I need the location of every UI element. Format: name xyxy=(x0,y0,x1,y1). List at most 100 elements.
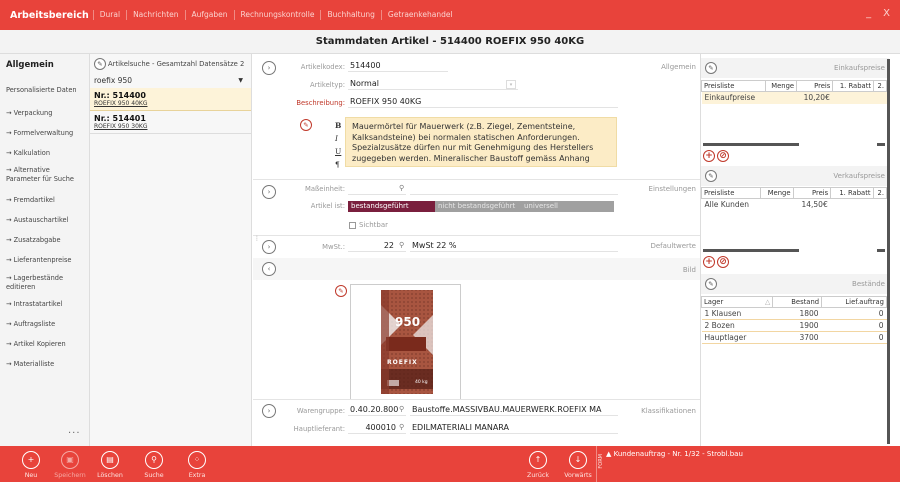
add-icon[interactable]: + xyxy=(703,256,715,268)
search-icon[interactable]: ⚲ xyxy=(399,241,404,249)
save-button[interactable]: ▣ Speichern xyxy=(52,451,88,479)
table-row[interactable]: Alle Kunden 14,50€ xyxy=(702,199,887,211)
edit-text-icon[interactable]: ✎ xyxy=(300,119,312,131)
column-header[interactable]: Menge xyxy=(764,80,798,92)
nav-item-fremdartikel[interactable]: → Fremdartikel xyxy=(0,196,61,205)
column-header[interactable]: Menge xyxy=(760,187,794,199)
column-header[interactable]: Preis xyxy=(792,187,832,199)
forward-button[interactable]: ↓ Vorwärts xyxy=(560,451,596,479)
column-header[interactable]: Preisliste xyxy=(701,187,761,199)
list-item-description[interactable]: ROEFIX 950 30KG xyxy=(94,123,247,130)
tab-rechnungskontrolle[interactable]: Rechnungskontrolle xyxy=(233,10,321,20)
product-group-code-input[interactable]: 0.40.20.800 xyxy=(348,403,406,416)
option-universell[interactable]: universell xyxy=(521,201,614,212)
panel-scrollbar[interactable] xyxy=(887,59,890,444)
collapse-bild-icon[interactable]: ‹ xyxy=(262,262,276,276)
back-button[interactable]: ↑ Zurück xyxy=(520,451,556,479)
column-header[interactable]: 1. Rabatt xyxy=(832,80,875,92)
add-icon[interactable]: + xyxy=(703,150,715,162)
extra-icon: ⁘ xyxy=(188,451,206,469)
table-row[interactable]: 2 Bozen 1900 0 xyxy=(701,319,887,332)
new-button[interactable]: + Neu xyxy=(13,451,49,479)
main-supplier-code-input[interactable]: 400010 xyxy=(348,421,406,434)
tab-aufgaben[interactable]: Aufgaben xyxy=(184,10,234,20)
search-icon[interactable]: ⚲ xyxy=(399,423,404,431)
article-code-input[interactable]: 514400 xyxy=(348,59,448,72)
nav-item-zusatzabgabe[interactable]: → Zusatzabgabe xyxy=(0,236,67,245)
nav-item-intrastatartikel[interactable]: → Intrastatartikel xyxy=(0,300,68,309)
checkbox-box[interactable] xyxy=(349,221,356,229)
tab-nachrichten[interactable]: Nachrichten xyxy=(126,10,184,20)
nav-item-lagerbestaende[interactable]: → Lagerbestände editieren xyxy=(0,274,90,292)
delete-button[interactable]: ▤ Löschen xyxy=(92,451,128,479)
nav-item-artikel-kopieren[interactable]: → Artikel Kopieren xyxy=(0,340,72,349)
bold-button[interactable]: B xyxy=(335,121,341,130)
underline-button[interactable]: U xyxy=(335,147,341,156)
edit-image-icon[interactable]: ✎ xyxy=(335,285,347,297)
edit-sales-prices-icon[interactable]: ✎ xyxy=(705,170,717,182)
edit-icon[interactable]: ✎ xyxy=(94,58,106,70)
table-scrollbar-end[interactable] xyxy=(877,249,885,252)
option-nicht-bestandsgefuehrt[interactable]: nicht bestandsgeführt xyxy=(435,201,521,212)
workspace-title[interactable]: Arbeitsbereich xyxy=(10,10,89,21)
search-filter-select[interactable]: roefix 950 ▼ xyxy=(94,74,247,86)
table-scrollbar[interactable] xyxy=(703,143,799,146)
vat-code-input[interactable]: 22 xyxy=(348,239,406,252)
column-header[interactable]: 1. Rabatt xyxy=(830,187,874,199)
nav-item-kalkulation[interactable]: → Kalkulation xyxy=(0,149,56,158)
tab-buchhaltung[interactable]: Buchhaltung xyxy=(320,10,380,20)
search-button[interactable]: ⚲ Suche xyxy=(136,451,172,479)
edit-row-icon[interactable]: ⊘ xyxy=(717,256,729,268)
option-bestandsgefuehrt[interactable]: bestandsgeführt xyxy=(348,201,435,212)
search-icon[interactable]: ⚲ xyxy=(399,184,404,192)
table-row[interactable]: Einkaufpreise 10,20€ xyxy=(701,91,887,104)
column-header[interactable]: Preis xyxy=(796,80,834,92)
more-button[interactable]: ... xyxy=(68,425,81,436)
linked-order-link[interactable]: ▲ Kundenauftrag - Nr. 1/32 - Strobl.bau xyxy=(606,450,743,458)
nav-item-formelverwaltung[interactable]: → Formelverwaltung xyxy=(0,129,79,138)
table-scrollbar[interactable] xyxy=(703,249,799,252)
nav-item-auftragsliste[interactable]: → Auftragsliste xyxy=(0,320,61,329)
column-header[interactable]: Preisliste xyxy=(701,80,766,92)
edit-purchase-prices-icon[interactable]: ✎ xyxy=(705,62,717,74)
table-row[interactable]: Hauptlager 3700 0 xyxy=(701,331,887,344)
description-input[interactable]: ROEFIX 950 40KG xyxy=(348,95,618,108)
table-row[interactable]: 1 Klausen 1800 0 xyxy=(701,307,887,320)
nav-item-austauschartikel[interactable]: → Austauschartikel xyxy=(0,216,74,225)
column-header[interactable]: 2. xyxy=(872,187,888,199)
italic-button[interactable]: I xyxy=(335,134,338,143)
nav-item-personalisierte-daten[interactable]: Personalisierte Daten xyxy=(0,86,83,95)
splitter-handle[interactable]: ⋮ xyxy=(254,236,260,256)
minimize-button[interactable]: _ xyxy=(866,8,871,19)
dropdown-arrow-icon[interactable]: ▼ xyxy=(238,77,243,84)
column-header[interactable]: 2. xyxy=(873,80,887,92)
edit-row-icon[interactable]: ⊘ xyxy=(717,150,729,162)
bag-brand-label: ROEFIX xyxy=(387,359,418,366)
list-item-description[interactable]: ROEFIX 950 40KG xyxy=(94,100,247,107)
tab-dural[interactable]: Dural xyxy=(92,10,126,20)
extra-button[interactable]: ⁘ Extra xyxy=(179,451,215,479)
top-bar: Arbeitsbereich Dural Nachrichten Aufgabe… xyxy=(0,0,900,30)
list-item[interactable]: Nr.: 514400 ROEFIX 950 40KG xyxy=(90,88,251,111)
nav-item-materialliste[interactable]: → Materialliste xyxy=(0,360,60,369)
unit-input[interactable] xyxy=(348,182,406,195)
table-cell: Hauptlager xyxy=(701,331,773,344)
nav-item-verpackung[interactable]: → Verpackung xyxy=(0,109,58,118)
article-type-select[interactable]: Normal xyxy=(348,77,518,90)
format-button[interactable]: ¶ xyxy=(335,160,340,169)
tab-getraenkehandel[interactable]: Getraenkehandel xyxy=(380,10,459,20)
column-header[interactable]: Lager △ xyxy=(700,296,774,308)
close-button[interactable]: X xyxy=(883,8,890,19)
article-type-dropdown-icon[interactable]: ▾ xyxy=(506,80,516,89)
column-header[interactable]: Lief.auftrag xyxy=(821,296,887,308)
nav-item-alternative-parameter[interactable]: → Alternative Parameter für Suche xyxy=(0,166,90,184)
search-icon[interactable]: ⚲ xyxy=(399,405,404,413)
table-scrollbar-end[interactable] xyxy=(877,143,885,146)
long-description-textarea[interactable]: Mauermörtel für Mauerwerk (z.B. Ziegel, … xyxy=(345,117,617,167)
column-header[interactable]: Bestand xyxy=(772,296,823,308)
nav-heading[interactable]: Allgemein xyxy=(0,54,89,80)
list-item[interactable]: Nr.: 514401 ROEFIX 950 30KG xyxy=(90,111,251,134)
nav-item-lieferantenpreise[interactable]: → Lieferantenpreise xyxy=(0,256,77,265)
edit-stock-icon[interactable]: ✎ xyxy=(705,278,717,290)
visible-checkbox[interactable]: Sichtbar xyxy=(349,221,388,229)
